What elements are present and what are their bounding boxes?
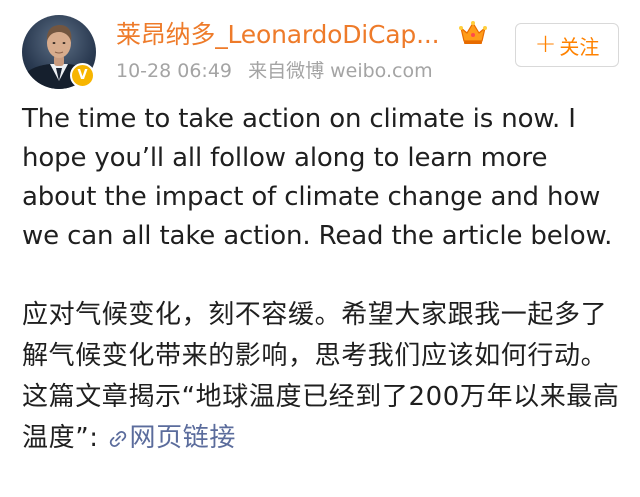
- user-name[interactable]: 莱昂纳多_LeonardoDiCap...: [116, 18, 460, 52]
- web-link[interactable]: 网页链接: [108, 423, 236, 453]
- web-link-label[interactable]: 网页链接: [130, 423, 236, 453]
- follow-label: 关注: [559, 34, 600, 59]
- crown-icon: [459, 21, 487, 44]
- post-header: V 莱昂纳多_LeonardoDiCap... 10-28 06:49 来自微博…: [0, 0, 640, 96]
- post-timestamp: 10-28 06:49: [116, 60, 233, 82]
- post-meta: 10-28 06:49 来自微博 weibo.com: [116, 58, 433, 84]
- post-text-chinese: 应对气候变化，刻不容缓。希望大家跟我一起多了解气候变化带来的影响，思考我们应该如…: [22, 295, 622, 459]
- post-source: 来自微博 weibo.com: [248, 60, 433, 82]
- verified-badge: V: [70, 63, 95, 88]
- post-body: The time to take action on climate is no…: [22, 100, 622, 459]
- plus-icon: +: [534, 29, 557, 59]
- follow-button[interactable]: + 关注: [515, 23, 619, 67]
- post-text-english: The time to take action on climate is no…: [22, 104, 613, 251]
- link-icon: [109, 430, 126, 448]
